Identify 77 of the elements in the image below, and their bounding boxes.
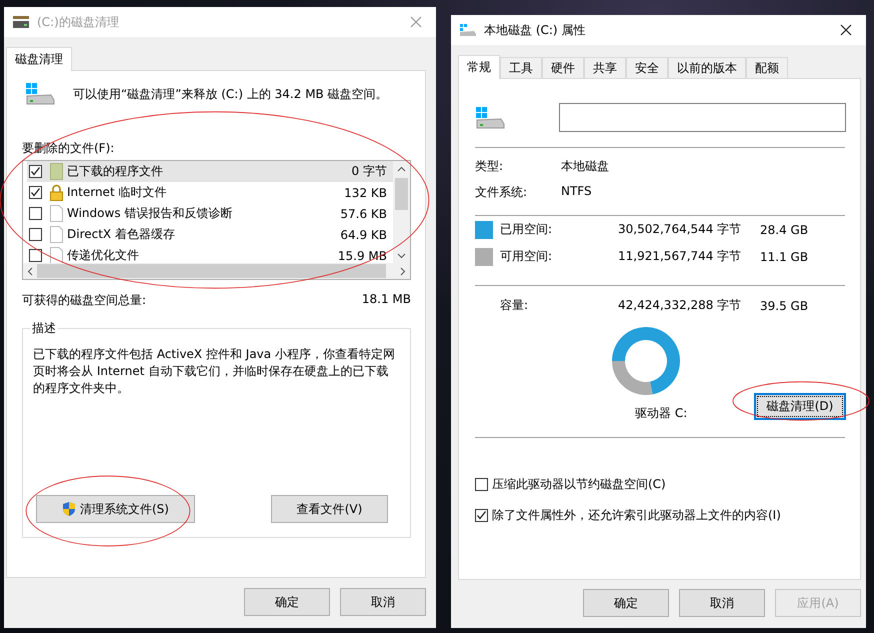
total-value: 18.1 MB	[362, 292, 411, 308]
space-bytes: 11,921,567,744 字节	[618, 248, 742, 265]
view-files-button[interactable]: 查看文件(V)	[271, 495, 388, 523]
drive-label: 驱动器 C:	[635, 405, 688, 422]
scroll-right-icon[interactable]	[400, 266, 406, 276]
tab[interactable]: 配额	[746, 57, 788, 78]
space-label: 已用空间:	[500, 221, 554, 238]
capacity-label: 容量:	[500, 297, 530, 314]
file-name: Internet 临时文件	[67, 184, 168, 201]
tab[interactable]: 磁盘清理	[6, 47, 72, 71]
file-icon	[50, 205, 63, 222]
window-title: 本地磁盘 (C:) 属性	[484, 22, 586, 38]
capacity-size: 39.5 GB	[760, 298, 808, 312]
file-icon	[50, 247, 63, 263]
capacity-bytes: 42,424,332,288 字节	[618, 297, 742, 314]
file-row[interactable]: Windows 错误报告和反馈诊断 57.6 KB	[27, 203, 393, 224]
checkbox[interactable]	[475, 478, 488, 491]
file-row[interactable]: Internet 临时文件 132 KB	[27, 182, 393, 203]
scroll-thumb[interactable]	[395, 178, 408, 210]
checkbox[interactable]	[29, 249, 42, 262]
space-size: 28.4 GB	[760, 222, 808, 236]
type-value: 本地磁盘	[561, 158, 609, 174]
total-label: 可获得的磁盘空间总量:	[22, 292, 146, 309]
space-label: 可用空间:	[500, 248, 554, 265]
lock-icon	[50, 184, 63, 201]
dialog-button[interactable]: 取消	[340, 588, 426, 616]
dialog-button[interactable]: 确定	[583, 589, 669, 617]
tab[interactable]: 以前的版本	[668, 57, 746, 78]
file-size: 64.9 KB	[340, 228, 387, 242]
option-label[interactable]: 压缩此驱动器以节约磁盘空间(C)	[492, 476, 666, 493]
file-size: 0 字节	[352, 163, 387, 180]
drive-icon	[25, 82, 55, 106]
drive-icon	[475, 106, 505, 130]
space-bytes: 30,502,764,544 字节	[618, 221, 742, 238]
type-label: 类型:	[475, 158, 504, 174]
file-name: 已下载的程序文件	[67, 163, 164, 180]
file-system-value: NTFS	[561, 184, 592, 200]
shield-icon	[62, 501, 76, 517]
scroll-thumb[interactable]	[37, 264, 386, 278]
scroll-up-icon[interactable]	[397, 166, 406, 172]
file-name: Windows 错误报告和反馈诊断	[67, 205, 234, 222]
dialog-button[interactable]: 取消	[679, 589, 765, 617]
horizontal-scrollbar[interactable]	[23, 263, 410, 279]
tab[interactable]: 常规	[458, 55, 500, 79]
message-text: 可以使用“磁盘清理”来释放 (C:) 上的 34.2 MB 磁盘空间。	[73, 86, 388, 102]
checkbox[interactable]	[29, 207, 42, 220]
disk-cleanup-button[interactable]: 磁盘清理(D)	[754, 393, 846, 420]
drive-icon	[459, 23, 477, 37]
window-title: (C:)的磁盘清理	[37, 14, 120, 30]
scroll-left-icon[interactable]	[27, 266, 33, 276]
space-size: 11.1 GB	[760, 250, 808, 264]
description-text: 已下载的程序文件包括 ActiveX 控件和 Java 小程序，你查看特定网页时将会从 Internet 自动下载它们，并临时保存在硬盘上的已下载的程序文件夹中。	[33, 346, 396, 397]
vertical-scrollbar[interactable]	[393, 161, 410, 263]
tab[interactable]: 硬件	[542, 57, 584, 78]
file-system-label: 文件系统:	[475, 184, 528, 200]
tab[interactable]: 工具	[500, 57, 542, 78]
file-size: 57.6 KB	[340, 206, 387, 220]
file-row[interactable]: DirectX 着色器缓存 64.9 KB	[27, 224, 393, 245]
checkbox[interactable]	[29, 228, 42, 241]
option-label[interactable]: 除了文件属性外，还允许索引此驱动器上文件的内容(I)	[492, 507, 781, 524]
tab[interactable]: 共享	[584, 57, 626, 78]
drive-icon	[12, 15, 30, 29]
checkbox[interactable]	[29, 165, 42, 178]
group-title: 描述	[30, 320, 58, 337]
checkbox[interactable]	[29, 186, 42, 199]
folder-icon	[50, 163, 63, 180]
file-name: DirectX 着色器缓存	[67, 226, 176, 243]
file-icon	[50, 226, 63, 243]
file-row[interactable]: 已下载的程序文件 0 字节	[27, 161, 393, 182]
dialog-button[interactable]: 确定	[244, 588, 330, 616]
file-size: 132 KB	[344, 186, 387, 200]
drive-name-field[interactable]	[559, 103, 846, 132]
scroll-down-icon[interactable]	[397, 253, 406, 259]
file-name: 传递优化文件	[67, 247, 140, 263]
checkbox[interactable]	[475, 509, 488, 522]
tab[interactable]: 安全	[626, 57, 668, 78]
clean-system-files-button[interactable]: 清理系统文件(S)	[36, 495, 195, 523]
